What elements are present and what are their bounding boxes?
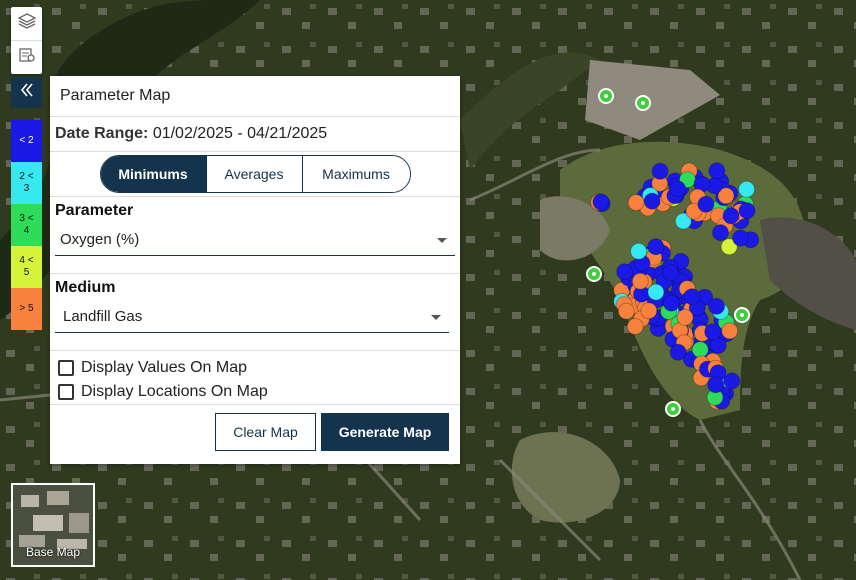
parameter-section: Parameter Oxygen (%) xyxy=(50,197,460,274)
data-marker[interactable] xyxy=(643,192,661,210)
parameter-label: Parameter xyxy=(55,202,134,219)
data-marker[interactable] xyxy=(662,294,680,312)
data-marker[interactable] xyxy=(669,343,687,361)
data-marker[interactable] xyxy=(647,238,665,256)
date-range-value: 01/02/2025 - 04/21/2025 xyxy=(152,125,328,142)
data-marker[interactable] xyxy=(669,180,686,198)
legend-item: 4 < 5 xyxy=(11,246,42,288)
date-range: Date Range: 01/02/2025 - 04/21/2025 xyxy=(50,117,460,152)
medium-section: Medium Landfill Gas xyxy=(50,274,460,351)
display-values-option[interactable]: Display Values On Map xyxy=(58,356,452,380)
legend-item: 2 < 3 xyxy=(11,162,42,204)
layers-icon xyxy=(17,12,36,35)
dropdown-caret-icon xyxy=(437,238,447,243)
data-marker[interactable] xyxy=(697,195,715,213)
maximums-tab[interactable]: Maximums xyxy=(301,156,410,192)
generate-map-button[interactable]: Generate Map xyxy=(321,413,449,451)
medium-select[interactable]: Landfill Gas xyxy=(55,302,449,333)
data-marker[interactable] xyxy=(704,323,722,341)
data-marker[interactable] xyxy=(683,288,701,306)
data-marker[interactable] xyxy=(707,376,725,394)
location-marker-dot xyxy=(671,407,675,411)
data-marker[interactable] xyxy=(640,302,658,320)
display-values-label: Display Values On Map xyxy=(81,359,247,376)
double-chevron-left-icon xyxy=(19,82,35,103)
data-marker[interactable] xyxy=(630,242,648,260)
basemap-label: Base Map xyxy=(25,545,81,559)
data-marker[interactable] xyxy=(651,162,669,180)
data-marker[interactable] xyxy=(647,283,665,301)
data-marker[interactable] xyxy=(708,162,726,180)
data-marker[interactable] xyxy=(722,207,740,225)
averages-tab[interactable]: Averages xyxy=(205,156,302,192)
location-marker-dot xyxy=(604,94,608,98)
medium-label: Medium xyxy=(55,279,116,296)
data-marker[interactable] xyxy=(738,202,756,220)
location-marker-dot xyxy=(740,313,744,317)
data-marker[interactable] xyxy=(627,194,645,212)
data-marker[interactable] xyxy=(721,322,739,340)
display-values-checkbox[interactable] xyxy=(58,360,74,376)
value-legend: < 22 < 33 < 44 < 5 > 5 xyxy=(11,120,42,330)
data-marker[interactable] xyxy=(738,180,756,198)
minimums-tab[interactable]: Minimums xyxy=(100,156,206,192)
legend-icon xyxy=(18,46,36,69)
data-marker[interactable] xyxy=(617,302,635,320)
parameter-select[interactable]: Oxygen (%) xyxy=(55,225,455,256)
legend-item: < 2 xyxy=(11,120,42,162)
legend-item: > 5 xyxy=(11,288,42,330)
legend-item: 3 < 4 xyxy=(11,204,42,246)
date-range-label: Date Range: xyxy=(55,125,149,142)
display-options: Display Values On Map Display Locations … xyxy=(50,351,460,405)
data-marker[interactable] xyxy=(592,193,610,211)
location-marker-dot xyxy=(641,101,645,105)
data-marker[interactable] xyxy=(616,263,634,281)
collapse-panel-button[interactable] xyxy=(11,77,42,108)
panel-title: Parameter Map xyxy=(50,76,460,117)
parameter-map-panel: Parameter Map Date Range: 01/02/2025 - 0… xyxy=(50,76,460,464)
data-marker[interactable] xyxy=(712,224,729,242)
statistic-toggle-row: Minimums Averages Maximums xyxy=(50,152,460,197)
medium-value: Landfill Gas xyxy=(63,308,143,325)
data-marker[interactable] xyxy=(662,264,680,282)
clear-map-button[interactable]: Clear Map xyxy=(215,413,316,451)
data-marker[interactable] xyxy=(676,308,694,326)
map-tools xyxy=(11,7,42,74)
statistic-toggle: Minimums Averages Maximums xyxy=(99,155,411,193)
layers-button[interactable] xyxy=(11,7,42,40)
legend-button[interactable] xyxy=(11,40,42,74)
data-marker[interactable] xyxy=(708,297,725,315)
panel-actions: Clear Map Generate Map xyxy=(50,405,460,451)
display-locations-checkbox[interactable] xyxy=(58,384,74,400)
basemap-toggle[interactable]: Base Map xyxy=(11,483,95,567)
data-marker[interactable] xyxy=(631,272,649,290)
data-marker[interactable] xyxy=(691,341,709,359)
location-marker-dot xyxy=(592,272,596,276)
data-marker[interactable] xyxy=(732,229,750,247)
parameter-value: Oxygen (%) xyxy=(60,231,140,248)
display-locations-label: Display Locations On Map xyxy=(81,383,268,400)
display-locations-option[interactable]: Display Locations On Map xyxy=(58,380,452,404)
data-marker[interactable] xyxy=(626,318,644,335)
dropdown-caret-icon xyxy=(431,315,441,320)
